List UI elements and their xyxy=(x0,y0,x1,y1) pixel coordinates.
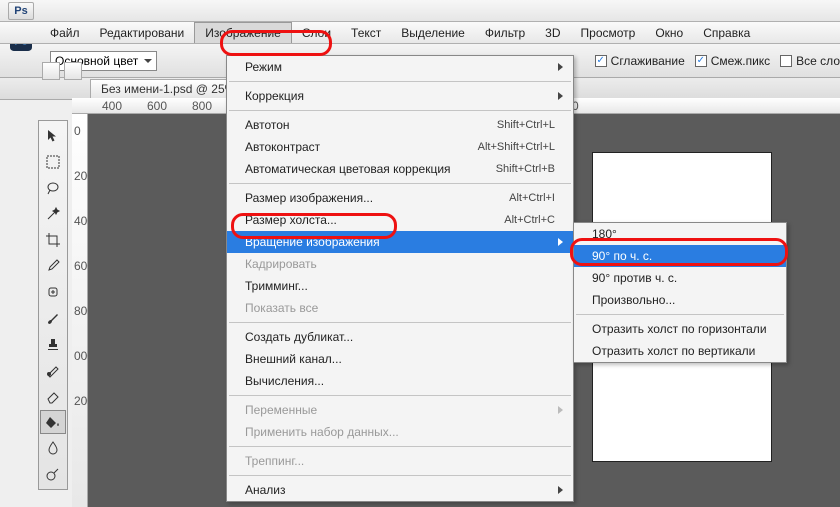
menu-item-trim[interactable]: Тримминг... xyxy=(227,275,573,297)
contiguous-checkbox[interactable]: ✓ Смеж.пикс xyxy=(695,54,770,68)
checkbox-label: Смеж.пикс xyxy=(711,54,770,68)
all-layers-checkbox[interactable]: Все сло xyxy=(780,54,840,68)
menu-item-autotone[interactable]: АвтотонShift+Ctrl+L xyxy=(227,114,573,136)
submenu-item-180[interactable]: 180° xyxy=(574,223,786,245)
menu-item-canvassize[interactable]: Размер холста...Alt+Ctrl+C xyxy=(227,209,573,231)
checkbox-icon xyxy=(780,55,792,67)
menu-item-crop: Кадрировать xyxy=(227,253,573,275)
chevron-down-icon xyxy=(144,59,152,63)
menu-text[interactable]: Текст xyxy=(341,22,391,43)
lasso-tool[interactable] xyxy=(40,176,66,200)
chevron-down-icon xyxy=(64,62,82,80)
menu-image[interactable]: Изображение xyxy=(194,22,292,43)
healing-tool[interactable] xyxy=(40,280,66,304)
submenu-arrow-icon xyxy=(558,406,563,414)
menu-item-rotation[interactable]: Вращение изображения xyxy=(227,231,573,253)
menubar: Файл Редактировани Изображение Слои Текс… xyxy=(0,22,840,44)
submenu-arrow-icon xyxy=(558,92,563,100)
menu-item-trap: Треппинг... xyxy=(227,450,573,472)
move-tool[interactable] xyxy=(40,124,66,148)
antialias-checkbox[interactable]: ✓ Сглаживание xyxy=(595,54,685,68)
submenu-item-arbitrary[interactable]: Произвольно... xyxy=(574,289,786,311)
menu-item-analysis[interactable]: Анализ xyxy=(227,479,573,501)
checkbox-label: Все сло xyxy=(796,54,840,68)
tool-palette xyxy=(38,120,68,490)
menu-file[interactable]: Файл xyxy=(40,22,90,43)
window-titlebar: Ps xyxy=(0,0,840,22)
menu-item-revealall: Показать все xyxy=(227,297,573,319)
menu-separator xyxy=(229,183,571,184)
menu-image-dropdown: Режим Коррекция АвтотонShift+Ctrl+L Авто… xyxy=(226,55,574,502)
history-brush-tool[interactable] xyxy=(40,358,66,382)
menu-separator xyxy=(229,110,571,111)
dodge-tool[interactable] xyxy=(40,462,66,486)
menu-separator xyxy=(229,81,571,82)
menu-item-calculations[interactable]: Вычисления... xyxy=(227,370,573,392)
menu-3d[interactable]: 3D xyxy=(535,22,570,43)
menu-item-applyimage[interactable]: Внешний канал... xyxy=(227,348,573,370)
bucket-tool[interactable] xyxy=(40,410,66,434)
submenu-item-90ccw[interactable]: 90° против ч. с. xyxy=(574,267,786,289)
eraser-tool[interactable] xyxy=(40,384,66,408)
menu-separator xyxy=(576,314,784,315)
submenu-rotation: 180° 90° по ч. с. 90° против ч. с. Произ… xyxy=(573,222,787,363)
brush-tool[interactable] xyxy=(40,306,66,330)
menu-window[interactable]: Окно xyxy=(645,22,693,43)
wand-tool[interactable] xyxy=(40,202,66,226)
ruler-tick: 800 xyxy=(192,99,212,113)
ruler-tick: 0 xyxy=(74,124,81,138)
submenu-item-flipv[interactable]: Отразить холст по вертикали xyxy=(574,340,786,362)
menu-layers[interactable]: Слои xyxy=(292,22,341,43)
submenu-item-90cw[interactable]: 90° по ч. с. xyxy=(574,245,786,267)
submenu-arrow-icon xyxy=(558,238,563,246)
menu-item-mode[interactable]: Режим xyxy=(227,56,573,78)
menu-item-dataset: Применить набор данных... xyxy=(227,421,573,443)
menu-separator xyxy=(229,475,571,476)
menu-view[interactable]: Просмотр xyxy=(571,22,646,43)
ruler-tick: 600 xyxy=(147,99,167,113)
menu-separator xyxy=(229,446,571,447)
bucket-tool-icon xyxy=(42,62,60,80)
menu-select[interactable]: Выделение xyxy=(391,22,475,43)
marquee-tool[interactable] xyxy=(40,150,66,174)
eyedropper-tool[interactable] xyxy=(40,254,66,278)
ps-app-icon: Ps xyxy=(8,2,34,20)
checkbox-icon: ✓ xyxy=(695,55,707,67)
stamp-tool[interactable] xyxy=(40,332,66,356)
menu-edit[interactable]: Редактировани xyxy=(90,22,195,43)
menu-item-autocontrast[interactable]: АвтоконтрастAlt+Shift+Ctrl+L xyxy=(227,136,573,158)
menu-filter[interactable]: Фильтр xyxy=(475,22,535,43)
submenu-arrow-icon xyxy=(558,63,563,71)
ruler-tick: 400 xyxy=(102,99,122,113)
submenu-arrow-icon xyxy=(558,486,563,494)
tool-preset-picker[interactable] xyxy=(42,62,82,80)
menu-separator xyxy=(229,322,571,323)
menu-item-autocolor[interactable]: Автоматическая цветовая коррекцияShift+C… xyxy=(227,158,573,180)
menu-item-duplicate[interactable]: Создать дубликат... xyxy=(227,326,573,348)
menu-item-variables: Переменные xyxy=(227,399,573,421)
menu-help[interactable]: Справка xyxy=(693,22,760,43)
checkbox-icon: ✓ xyxy=(595,55,607,67)
menu-separator xyxy=(229,395,571,396)
checkbox-label: Сглаживание xyxy=(611,54,685,68)
blur-tool[interactable] xyxy=(40,436,66,460)
menu-item-imagesize[interactable]: Размер изображения...Alt+Ctrl+I xyxy=(227,187,573,209)
ruler-vertical: 0 200 400 600 800 000 200 xyxy=(72,114,88,507)
menu-item-adjust[interactable]: Коррекция xyxy=(227,85,573,107)
submenu-item-fliph[interactable]: Отразить холст по горизонтали xyxy=(574,318,786,340)
crop-tool[interactable] xyxy=(40,228,66,252)
